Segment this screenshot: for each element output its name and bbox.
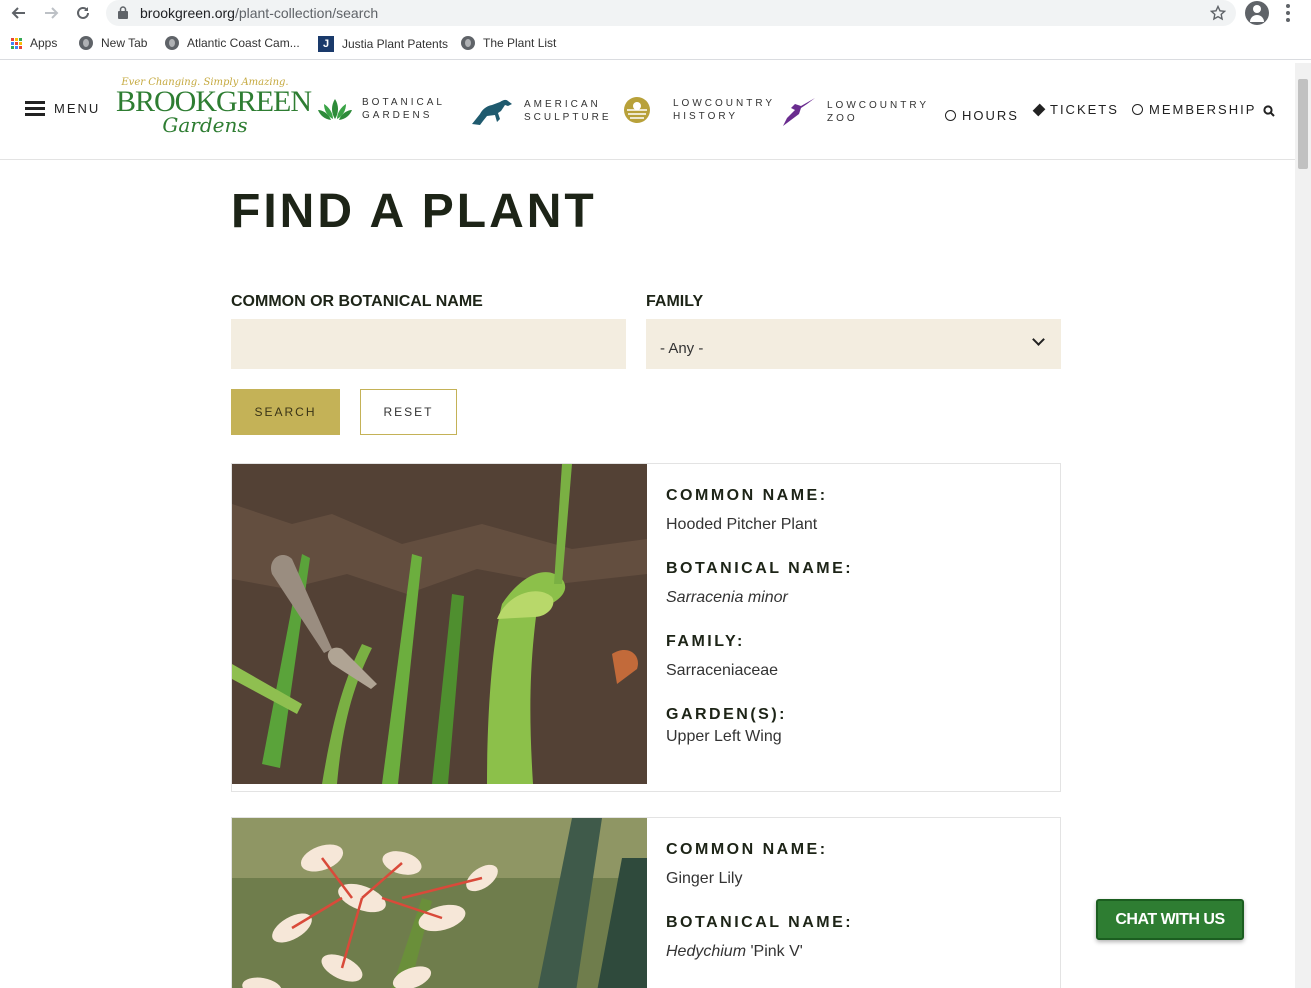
bookmark-plant-list[interactable]: The Plant List	[461, 36, 556, 50]
chat-with-us-button[interactable]: CHAT WITH US	[1096, 899, 1244, 940]
membership-label: MEMBERSHIP	[1149, 102, 1257, 117]
plant-photo[interactable]	[232, 818, 647, 988]
family-select[interactable]: - Any -	[646, 319, 1061, 369]
hummingbird-icon	[783, 98, 815, 126]
sun-field-icon	[624, 97, 650, 123]
nav-lowcountry-history[interactable]: LOWCOUNTRY HISTORY	[623, 96, 775, 124]
botanical-name-heading: BOTANICAL NAME:	[666, 914, 854, 931]
site-header: MENU Ever Changing. Simply Amazing. BROO…	[0, 63, 1295, 160]
tickets-link[interactable]: TICKETS	[1032, 102, 1119, 117]
plant-result-card[interactable]: COMMON NAME: Ginger Lily BOTANICAL NAME:…	[231, 817, 1061, 988]
menu-button[interactable]: MENU	[25, 101, 100, 116]
common-name-heading: COMMON NAME:	[666, 487, 828, 504]
nav-zoo-label: LOWCOUNTRY ZOO	[827, 100, 930, 124]
url-text: brookgreen.org/plant-collection/search	[140, 5, 379, 21]
family-select-value: - Any -	[660, 340, 704, 357]
hours-link[interactable]: HOURS	[945, 108, 1019, 123]
horse-sculpture-icon	[472, 99, 512, 125]
user-circle-icon	[1132, 104, 1143, 115]
reset-button[interactable]: RESET	[360, 389, 457, 435]
nav-american-sculpture[interactable]: AMERICAN SCULPTURE	[470, 96, 612, 126]
globe-icon	[165, 36, 179, 50]
profile-avatar-icon[interactable]	[1245, 1, 1269, 25]
lock-icon	[118, 6, 128, 19]
family-field-label: FAMILY	[646, 293, 704, 310]
botanical-name-heading: BOTANICAL NAME:	[666, 560, 854, 577]
kebab-menu-icon[interactable]	[1286, 4, 1290, 22]
bookmark-new-tab[interactable]: New Tab	[79, 36, 147, 50]
tickets-label: TICKETS	[1050, 102, 1119, 117]
page-scrollbar[interactable]	[1295, 63, 1311, 988]
plant-photo[interactable]	[232, 464, 647, 784]
logo-wordmark: BROOKGREEN	[116, 85, 312, 118]
nav-lowcountry-zoo[interactable]: LOWCOUNTRY ZOO	[781, 96, 929, 128]
bookmark-justia[interactable]: J Justia Plant Patents	[318, 36, 448, 52]
address-bar[interactable]: brookgreen.org/plant-collection/search	[106, 0, 1236, 26]
botanical-name-value: Sarracenia minor	[666, 589, 788, 606]
globe-icon	[79, 36, 93, 50]
plant-result-card[interactable]: COMMON NAME: Hooded Pitcher Plant BOTANI…	[231, 463, 1061, 792]
bookmark-atlantic-coast[interactable]: Atlantic Coast Cam...	[165, 36, 300, 50]
ticket-icon	[1032, 103, 1046, 116]
botanical-name-value: Hedychium 'Pink V'	[666, 943, 803, 960]
page-title: FIND A PLANT	[231, 185, 597, 238]
clock-icon	[945, 110, 956, 121]
family-value: Sarraceniaceae	[666, 662, 779, 679]
globe-icon	[461, 36, 475, 50]
hours-label: HOURS	[962, 108, 1019, 123]
common-name-value: Hooded Pitcher Plant	[666, 516, 818, 533]
nav-sculpture-label: AMERICAN SCULPTURE	[524, 99, 612, 123]
family-heading: FAMILY:	[666, 633, 745, 650]
justia-icon: J	[318, 36, 334, 52]
search-icon[interactable]	[1263, 104, 1275, 122]
browser-toolbar: brookgreen.org/plant-collection/search	[0, 0, 1311, 28]
name-field-label: COMMON OR BOTANICAL NAME	[231, 293, 483, 310]
bookmark-apps[interactable]: Apps	[11, 36, 57, 50]
search-button[interactable]: SEARCH	[231, 389, 340, 435]
gardens-heading: GARDEN(S):	[666, 706, 787, 723]
nav-botanical-gardens[interactable]: BOTANICAL GARDENS	[318, 96, 445, 122]
common-name-heading: COMMON NAME:	[666, 841, 828, 858]
nav-botanical-label: BOTANICAL GARDENS	[362, 97, 445, 121]
common-name-value: Ginger Lily	[666, 870, 743, 887]
hamburger-icon	[25, 101, 45, 116]
logo-gardens: Gardens	[162, 113, 248, 137]
apps-grid-icon	[11, 37, 22, 49]
lotus-icon	[318, 99, 352, 120]
star-icon[interactable]	[1210, 5, 1226, 21]
forward-arrow-icon[interactable]	[40, 2, 62, 24]
gardens-value: Upper Left Wing	[666, 728, 782, 745]
reload-icon[interactable]	[72, 2, 94, 24]
menu-label: MENU	[54, 101, 101, 116]
chevron-down-icon	[1032, 333, 1045, 346]
nav-history-label: LOWCOUNTRY HISTORY	[673, 98, 776, 122]
scrollbar-thumb[interactable]	[1298, 79, 1308, 169]
brookgreen-logo[interactable]: Ever Changing. Simply Amazing. BROOKGREE…	[116, 77, 312, 143]
back-arrow-icon[interactable]	[8, 2, 30, 24]
bookmarks-bar: Apps New Tab Atlantic Coast Cam... J Jus…	[0, 30, 1311, 60]
membership-link[interactable]: MEMBERSHIP	[1132, 102, 1256, 117]
name-search-input[interactable]	[231, 319, 626, 369]
